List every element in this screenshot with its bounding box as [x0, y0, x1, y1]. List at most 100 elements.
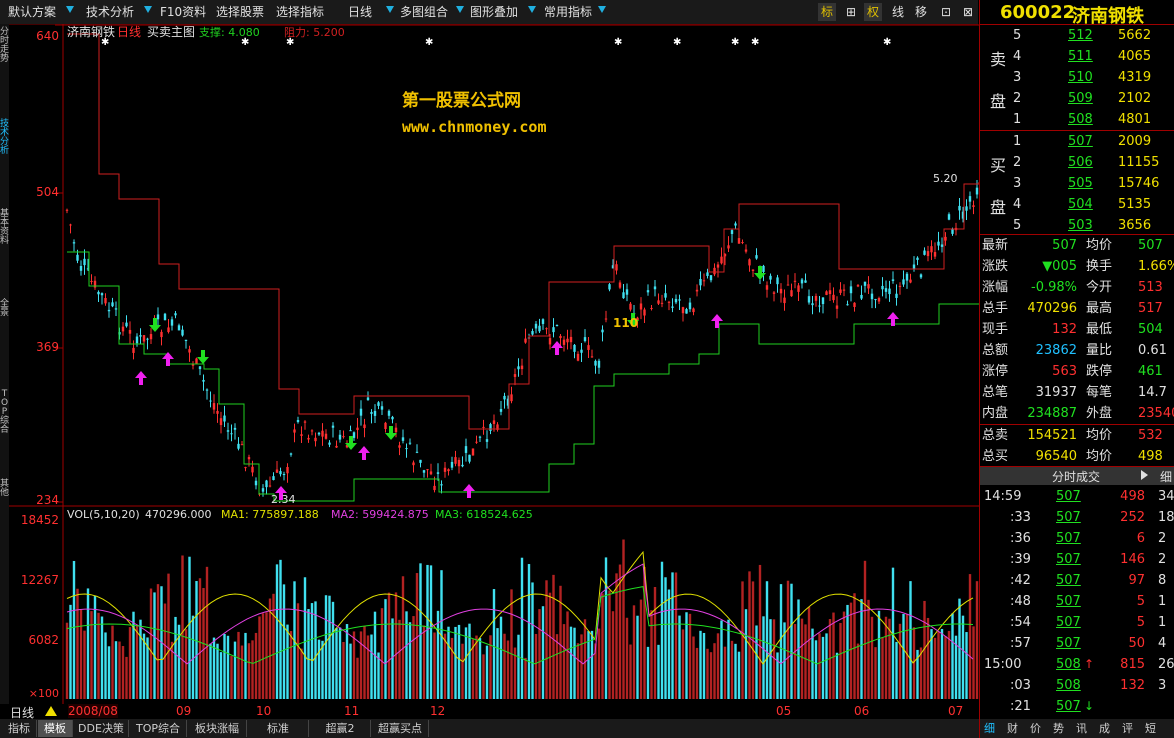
window-tool-button[interactable]: ⊡	[937, 3, 955, 21]
candle-body	[356, 427, 359, 431]
tick-tab[interactable]: 细	[1160, 468, 1172, 485]
candle-body	[111, 302, 114, 307]
chevron-down-icon[interactable]	[386, 6, 394, 13]
volume-bar	[443, 633, 447, 699]
candle-body	[177, 325, 181, 331]
tab-sector[interactable]: 板块涨幅	[188, 720, 247, 737]
chevron-down-icon[interactable]	[456, 6, 464, 13]
menu-tech-analysis[interactable]: 技术分析	[86, 3, 134, 21]
rtab-review[interactable]: 评	[1122, 720, 1133, 737]
candle-body	[699, 279, 702, 286]
chevron-right-icon[interactable]	[1141, 470, 1148, 480]
menu-period[interactable]: 日线	[348, 3, 372, 21]
volume-bar	[366, 635, 370, 699]
chevron-down-icon[interactable]	[66, 6, 74, 13]
candle-body	[727, 245, 730, 249]
volume-bar	[125, 656, 128, 699]
candle-body	[702, 280, 706, 282]
mark-tool-button[interactable]: 标	[818, 3, 836, 21]
buy-order-row[interactable]: 1 507 2009	[980, 131, 1174, 152]
sell-order-row[interactable]: 1 508 4801	[980, 109, 1174, 130]
chevron-down-icon[interactable]	[144, 6, 152, 13]
candle-body	[429, 471, 433, 475]
rights-tool-button[interactable]: 权	[864, 3, 882, 21]
candle-body	[373, 410, 377, 416]
buy-order-row[interactable]: 3 505 15746	[980, 173, 1174, 194]
chevron-down-icon[interactable]	[598, 6, 606, 13]
left-tab-other[interactable]: 其他	[0, 480, 9, 498]
sell-order-row[interactable]: 3 510 4319	[980, 67, 1174, 88]
chart-indicator[interactable]: 买卖主图	[147, 25, 195, 39]
triangle-up-icon[interactable]	[45, 706, 57, 716]
rtab-finance[interactable]: 财	[1007, 720, 1018, 737]
order-level: 1	[1013, 134, 1022, 149]
candle-body	[772, 292, 776, 294]
volume-bar	[426, 564, 429, 699]
buy-order-row[interactable]: 4 504 5135	[980, 194, 1174, 215]
tab-dde[interactable]: DDE决策	[74, 720, 129, 737]
buy-order-row[interactable]: 2 506 11155	[980, 152, 1174, 173]
line-tool-button[interactable]: 线	[889, 3, 907, 21]
left-tab-top[interactable]: TOP综合	[0, 390, 9, 435]
candle-body	[531, 331, 534, 335]
volume-bar	[699, 630, 702, 699]
menu-select-indicator[interactable]: 选择指标	[276, 3, 324, 21]
volume-bar	[853, 593, 856, 699]
tick-volume: 97	[1128, 573, 1145, 588]
candle-body	[499, 408, 503, 412]
candle-body	[895, 293, 898, 298]
left-tab-panorama[interactable]: 全景	[0, 300, 9, 318]
volume-bar	[870, 616, 874, 699]
tab-template[interactable]: 模板	[38, 720, 73, 737]
volume-bar	[363, 625, 366, 699]
menu-multi-chart[interactable]: 多图组合	[400, 3, 448, 21]
close-tool-button[interactable]: ⊠	[959, 3, 977, 21]
rtab-trades[interactable]: 成	[1099, 720, 1110, 737]
sell-order-row[interactable]: 4 511 4065	[980, 46, 1174, 67]
left-tab-tech[interactable]: 技术分析	[0, 120, 9, 156]
rtab-trend[interactable]: 势	[1053, 720, 1064, 737]
left-tab-intraday[interactable]: 分时走势	[0, 28, 9, 64]
candle-body	[737, 238, 741, 244]
tab-standard[interactable]: 标准	[248, 720, 309, 737]
kline-chart[interactable]: ✱ ✱ ✱ ✱ ✱ ✱ ✱ ✱ ✱ 济南钢铁 日线 买卖主图 支撑: 4.080 阻力: 5.2…	[9, 24, 981, 704]
volume-bar	[104, 632, 107, 699]
chevron-down-icon[interactable]	[528, 6, 536, 13]
menu-overlay[interactable]: 图形叠加	[470, 3, 518, 21]
candle-body	[660, 302, 664, 304]
volume-bar	[821, 636, 825, 699]
tab-top[interactable]: TOP综合	[130, 720, 187, 737]
volume-bar	[482, 654, 485, 699]
volume-bar	[209, 643, 212, 699]
rtab-price[interactable]: 价	[1030, 720, 1041, 737]
grid-tool-button[interactable]: ⊞	[842, 3, 860, 21]
move-tool-button[interactable]: 移	[912, 3, 930, 21]
order-price: 503	[1068, 218, 1093, 233]
tick-header-title[interactable]: 分时成交	[1052, 468, 1100, 485]
candle-body	[930, 246, 933, 253]
volume-bar	[538, 609, 541, 699]
rtab-news[interactable]: 讯	[1076, 720, 1087, 737]
sell-order-row[interactable]: 2 509 2102	[980, 88, 1174, 109]
volume-bar	[636, 615, 639, 699]
menu-f10[interactable]: F10资料	[160, 3, 206, 21]
tab-chaoying-buy[interactable]: 超赢买点	[372, 720, 429, 737]
volume-bar	[909, 581, 912, 699]
tick-row: :33 507 252 18	[980, 507, 1174, 528]
candle-body	[219, 418, 223, 426]
rtab-detail[interactable]: 细	[984, 720, 995, 737]
volume-bar	[832, 612, 835, 699]
candle-body	[590, 356, 594, 358]
buy-order-row[interactable]: 5 503 3656	[980, 215, 1174, 236]
rtab-short[interactable]: 短	[1145, 720, 1156, 737]
menu-default-scheme[interactable]: 默认方案	[8, 3, 56, 21]
left-tab-basic[interactable]: 基本资料	[0, 210, 9, 246]
resistance-label: 阻力: 5.200	[284, 26, 345, 39]
tab-indicator[interactable]: 指标	[2, 720, 37, 737]
menu-select-stock[interactable]: 选择股票	[216, 3, 264, 21]
tab-chaoying2[interactable]: 超赢2	[310, 720, 371, 737]
sell-order-row[interactable]: 5 512 5662	[980, 25, 1174, 46]
candle-body	[664, 293, 667, 298]
volume-bar	[884, 616, 888, 699]
menu-common-indicator[interactable]: 常用指标	[544, 3, 592, 21]
